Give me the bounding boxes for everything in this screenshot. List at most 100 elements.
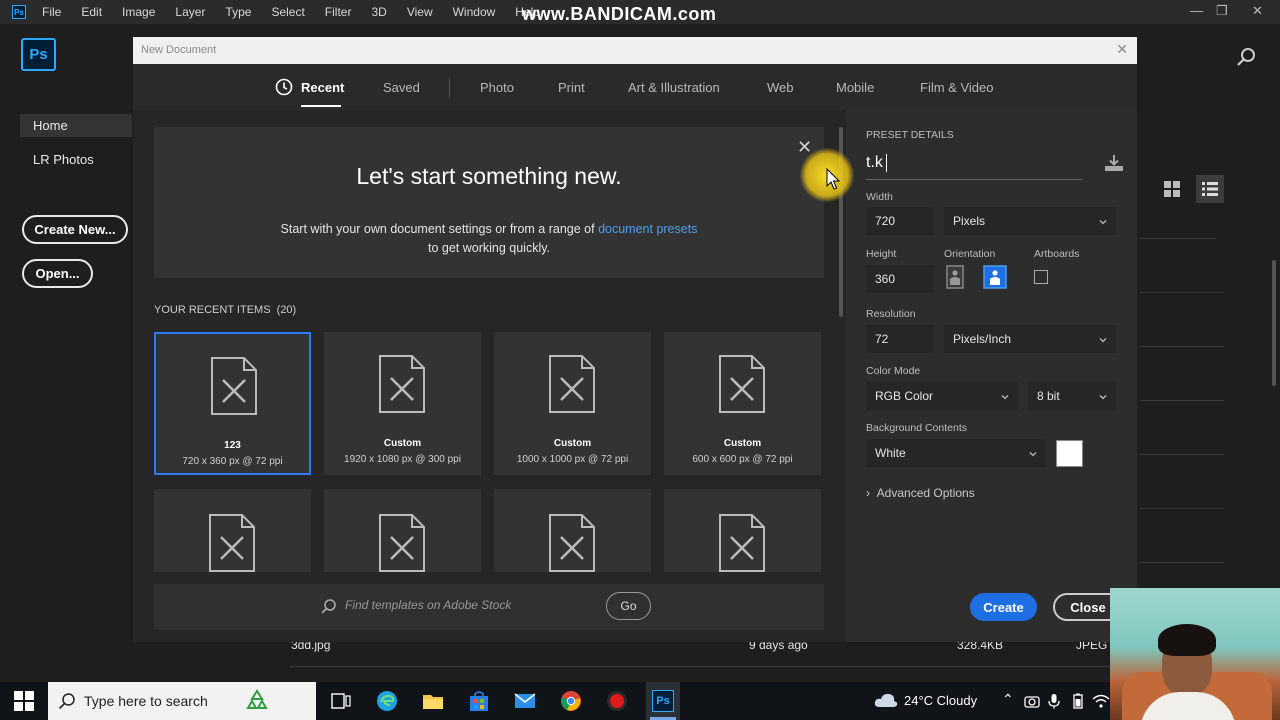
recent-items-header: YOUR RECENT ITEMS (20) [154, 304, 296, 316]
resolution-unit-value: Pixels/Inch [953, 332, 1012, 346]
background-color-swatch[interactable] [1056, 440, 1083, 467]
mail-icon[interactable] [514, 690, 536, 712]
welcome-text-start: Start with your own document settings or… [280, 222, 595, 236]
chevron-down-icon [1099, 395, 1107, 400]
weather-text[interactable]: 24°C Cloudy [904, 693, 977, 708]
recent-item-name: Custom [723, 438, 762, 449]
create-button[interactable]: Create [970, 593, 1037, 621]
menu-type[interactable]: Type [225, 5, 251, 19]
camera-tray-icon[interactable] [1024, 693, 1040, 709]
menu-3d[interactable]: 3D [371, 5, 386, 19]
active-tab-indicator [301, 105, 341, 107]
recycle-icon [246, 689, 268, 709]
tab-film-video[interactable]: Film & Video [920, 80, 993, 95]
tab-photo[interactable]: Photo [480, 80, 514, 95]
recent-item[interactable] [154, 489, 311, 572]
menu-file[interactable]: File [42, 5, 61, 19]
chevron-right-icon: › [866, 486, 870, 500]
tab-recent[interactable]: Recent [301, 80, 344, 95]
tab-saved[interactable]: Saved [383, 80, 420, 95]
home-scrollbar[interactable] [1272, 260, 1276, 386]
resolution-label: Resolution [866, 308, 916, 320]
tab-web[interactable]: Web [767, 80, 794, 95]
preset-details-header: PRESET DETAILS [866, 129, 954, 141]
nav-home[interactable]: Home [20, 114, 132, 137]
menu-window[interactable]: Window [453, 5, 496, 19]
search-icon[interactable] [1236, 47, 1256, 67]
recent-item[interactable]: Custom 1000 x 1000 px @ 72 ppi [494, 332, 651, 475]
go-button[interactable]: Go [606, 592, 651, 620]
landscape-orientation-icon[interactable] [983, 265, 1007, 289]
grid-view-icon[interactable] [1163, 180, 1181, 198]
tab-mobile[interactable]: Mobile [836, 80, 874, 95]
chrome-icon[interactable] [560, 690, 582, 712]
chevron-up-icon[interactable]: ⌃ [1002, 691, 1014, 708]
divider [1140, 346, 1224, 347]
advanced-options-toggle[interactable]: › Advanced Options [866, 486, 975, 500]
restore-icon[interactable]: ❐ [1216, 3, 1228, 19]
open-button[interactable]: Open... [22, 259, 93, 288]
nav-lr-photos[interactable]: LR Photos [20, 148, 107, 171]
recent-item[interactable]: Custom 600 x 600 px @ 72 ppi [664, 332, 821, 475]
height-input[interactable]: 360 [866, 265, 934, 293]
dialog-close-icon[interactable]: ✕ [1116, 41, 1128, 58]
create-new-button[interactable]: Create New... [22, 215, 128, 244]
bit-depth-select[interactable]: 8 bit [1028, 382, 1116, 410]
menu-layer[interactable]: Layer [175, 5, 205, 19]
width-unit-select[interactable]: Pixels [944, 207, 1116, 235]
resolution-unit-select[interactable]: Pixels/Inch [944, 325, 1116, 353]
recorder-watermark: www.BANDICAM.com [522, 4, 717, 24]
recent-item-dims: 1920 x 1080 px @ 300 ppi [344, 454, 461, 465]
windows-start-icon[interactable] [14, 691, 34, 711]
taskbar-active-app[interactable]: Ps [646, 682, 680, 720]
document-presets-link[interactable]: document presets [598, 222, 697, 236]
adobe-stock-search-input[interactable] [345, 598, 595, 612]
color-mode-value: RGB Color [875, 389, 934, 403]
blank-document-icon [209, 514, 255, 572]
search-icon [321, 599, 336, 614]
menu-select[interactable]: Select [271, 5, 304, 19]
recent-item[interactable] [324, 489, 481, 572]
recent-item-dims: 720 x 360 px @ 72 ppi [182, 456, 283, 467]
width-input[interactable]: 720 [866, 207, 934, 235]
menu-view[interactable]: View [407, 5, 433, 19]
battery-icon[interactable] [1070, 693, 1086, 709]
task-view-icon[interactable] [330, 690, 352, 712]
color-mode-select[interactable]: RGB Color [866, 382, 1018, 410]
artboards-checkbox[interactable] [1034, 270, 1048, 284]
search-icon [58, 693, 75, 710]
tab-print[interactable]: Print [558, 80, 585, 95]
welcome-title: Let's start something new. [356, 163, 622, 189]
menu-filter[interactable]: Filter [325, 5, 352, 19]
save-preset-icon[interactable] [1104, 154, 1124, 172]
recent-item[interactable] [664, 489, 821, 572]
taskbar-search-box[interactable]: Type here to search [48, 682, 316, 720]
resolution-input[interactable]: 72 [866, 325, 934, 353]
store-icon[interactable] [468, 690, 490, 712]
recent-item[interactable]: Custom 1920 x 1080 px @ 300 ppi [324, 332, 481, 475]
menu-edit[interactable]: Edit [81, 5, 102, 19]
wifi-icon[interactable] [1092, 693, 1110, 709]
recent-items-label: YOUR RECENT ITEMS [154, 304, 271, 316]
bandicam-record-icon[interactable] [606, 690, 628, 712]
welcome-text-end: to get working quickly. [427, 241, 551, 255]
list-view-button[interactable] [1196, 175, 1224, 203]
portrait-orientation-icon[interactable] [943, 265, 967, 289]
minimize-icon[interactable]: — [1190, 3, 1203, 18]
bit-depth-value: 8 bit [1037, 389, 1060, 403]
chevron-down-icon [1001, 395, 1009, 400]
recent-item[interactable]: 123 720 x 360 px @ 72 ppi [154, 332, 311, 475]
preset-name-field[interactable]: t.k [866, 154, 1082, 180]
microphone-icon[interactable] [1046, 693, 1062, 709]
background-contents-value: White [875, 446, 906, 460]
menu-image[interactable]: Image [122, 5, 155, 19]
chevron-down-icon [1099, 338, 1107, 343]
window-close-icon[interactable]: ✕ [1252, 3, 1263, 19]
edge-browser-icon[interactable] [376, 690, 398, 712]
background-contents-select[interactable]: White [866, 439, 1046, 467]
height-label: Height [866, 248, 897, 260]
recent-item[interactable] [494, 489, 651, 572]
file-explorer-icon[interactable] [422, 690, 444, 712]
tab-art-illustration[interactable]: Art & Illustration [628, 80, 720, 95]
mouse-cursor-icon [826, 168, 840, 190]
